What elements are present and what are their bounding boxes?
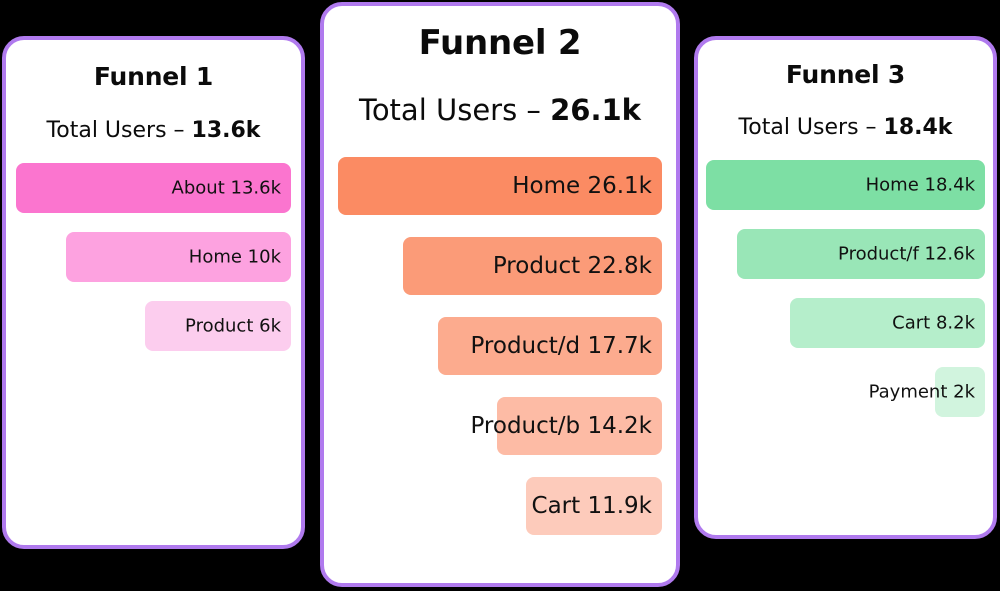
funnel-bar[interactable]	[934, 367, 985, 417]
funnel-1-total-users: Total Users – 13.6k	[6, 120, 301, 142]
funnel-1-bars: About 13.6k Home 10k Product 6k	[6, 163, 301, 370]
funnel-card-1[interactable]: Funnel 1 Total Users – 13.6k About 13.6k…	[2, 36, 305, 549]
funnel-bar[interactable]	[438, 317, 662, 375]
funnel-3-title: Funnel 3	[785, 60, 906, 89]
funnel-bar[interactable]	[496, 397, 662, 455]
funnel-bar-row[interactable]: Product 6k	[16, 301, 291, 351]
funnel-1-total-label: Total Users –	[46, 118, 185, 143]
funnel-3-bars: Home 18.4k Product/f 12.6k Cart 8.2k Paymen…	[698, 160, 993, 436]
funnel-1-title: Funnel 1	[93, 62, 214, 91]
funnel-3-total-label: Total Users –	[738, 115, 877, 140]
funnel-3-total-value: 18.4k	[883, 115, 953, 140]
funnel-bar-row[interactable]: Cart 8.2k	[706, 298, 985, 348]
funnel-2-bars: Home 26.1k Product 22.8k Product/d 17.7k Pr…	[324, 157, 676, 557]
funnel-bar-row[interactable]: Product/b 14.2k	[338, 397, 662, 455]
funnel-bar[interactable]	[65, 232, 291, 282]
funnel-bar[interactable]	[145, 301, 291, 351]
funnel-bar-row[interactable]: Cart 11.9k	[338, 477, 662, 535]
funnel-bar-row[interactable]: Payment 2k	[706, 367, 985, 417]
funnel-bar-row[interactable]: Home 26.1k	[338, 157, 662, 215]
funnel-1-total-value: 13.6k	[191, 118, 261, 143]
funnel-bar[interactable]	[736, 229, 985, 279]
funnel-bar[interactable]	[402, 237, 662, 295]
funnel-bar[interactable]	[525, 477, 662, 535]
funnel-card-2[interactable]: Funnel 2 Total Users – 26.1k Home 26.1k P…	[320, 2, 680, 587]
funnel-bar-row[interactable]: Home 10k	[16, 232, 291, 282]
funnel-bar[interactable]	[338, 157, 662, 215]
funnel-2-total-label: Total Users –	[359, 93, 541, 127]
funnel-2-title: Funnel 2	[418, 23, 582, 63]
funnel-2-total-value: 26.1k	[550, 93, 641, 127]
funnel-2-total-users: Total Users – 26.1k	[324, 96, 676, 125]
funnel-bar-row[interactable]: Product 22.8k	[338, 237, 662, 295]
funnel-bar[interactable]	[16, 163, 291, 213]
funnel-dashboard: Funnel 1 Total Users – 13.6k About 13.6k…	[0, 0, 1000, 591]
funnel-bar-row[interactable]: Product/f 12.6k	[706, 229, 985, 279]
funnel-bar-row[interactable]: Home 18.4k	[706, 160, 985, 210]
funnel-3-total-users: Total Users – 18.4k	[698, 117, 993, 139]
funnel-bar[interactable]	[706, 160, 985, 210]
funnel-bar-row[interactable]: About 13.6k	[16, 163, 291, 213]
funnel-card-3[interactable]: Funnel 3 Total Users – 18.4k Home 18.4k P…	[694, 36, 997, 539]
funnel-bar[interactable]	[789, 298, 985, 348]
funnel-bar-row[interactable]: Product/d 17.7k	[338, 317, 662, 375]
